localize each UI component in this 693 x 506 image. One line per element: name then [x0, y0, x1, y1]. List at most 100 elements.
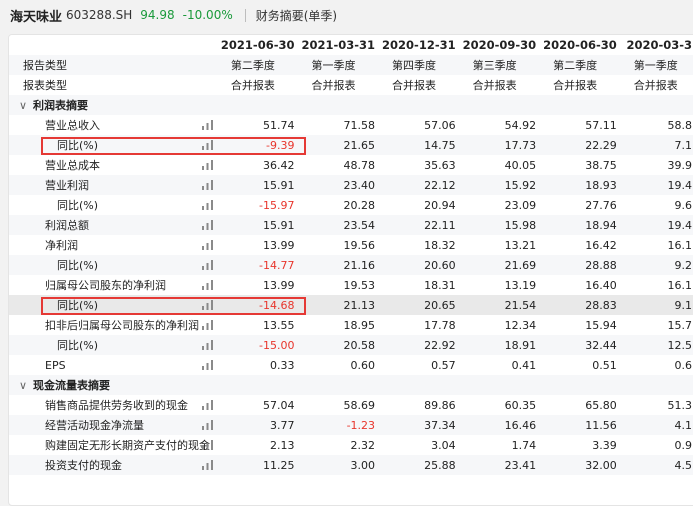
table-row: 经营活动现金净流量 3.77 -1.23 37.34 16.46 11.56 4.1 — [9, 415, 693, 435]
value-cell: 57.11 — [543, 115, 624, 135]
meta-cell: 第三季度 — [462, 55, 544, 75]
value-cell: 3.04 — [382, 435, 463, 455]
bar-chart-icon[interactable] — [201, 300, 213, 310]
bar-chart-icon[interactable] — [201, 220, 213, 230]
row-label: 同比(%) — [9, 135, 221, 155]
value-cell: 9.6 — [623, 195, 693, 215]
row-label: 报表类型 — [9, 75, 221, 95]
value-cell: 21.54 — [462, 295, 544, 315]
value-cell: 18.94 — [543, 215, 624, 235]
value-cell: 0.57 — [382, 355, 463, 375]
meta-cell: 合并报表 — [623, 75, 693, 95]
table-row: 同比(%) -14.77 21.16 20.60 21.69 28.88 9.2 — [9, 255, 693, 275]
value-cell: 13.99 — [220, 275, 302, 295]
row-label-text: EPS — [45, 358, 66, 372]
bar-chart-icon[interactable] — [201, 400, 213, 410]
stock-header: 海天味业 603288.SH 94.98 -10.00% 财务摘要(单季) — [0, 0, 693, 30]
meta-cell: 合并报表 — [462, 75, 544, 95]
section-header[interactable]: ∨ 现金流量表摘要 — [9, 375, 693, 395]
chevron-down-icon[interactable]: ∨ — [19, 379, 33, 392]
row-label: 营业利润 — [9, 175, 221, 195]
value-cell: 39.9 — [623, 155, 693, 175]
row-label: 利润总额 — [9, 215, 221, 235]
section-title: 财务摘要(单季) — [255, 8, 338, 23]
financial-summary-panel: 2021-06-30 2021-03-31 2020-12-31 2020-09-30… — [8, 34, 693, 506]
bar-chart-icon[interactable] — [201, 460, 213, 470]
value-cell: 15.98 — [462, 215, 544, 235]
value-cell: 71.58 — [301, 115, 383, 135]
value-cell: 13.55 — [220, 315, 302, 335]
table-row: 同比(%) -15.00 20.58 22.92 18.91 32.44 12.5 — [9, 335, 693, 355]
value-cell: 18.31 — [382, 275, 463, 295]
value-cell: 7.1 — [623, 135, 693, 155]
value-cell: 22.12 — [382, 175, 463, 195]
value-cell: 17.73 — [462, 135, 544, 155]
value-cell: 19.4 — [623, 215, 693, 235]
bar-chart-icon[interactable] — [201, 240, 213, 250]
header-row: 2021-06-30 2021-03-31 2020-12-31 2020-09-30… — [9, 35, 693, 55]
bar-chart-icon[interactable] — [201, 320, 213, 330]
row-label: 同比(%) — [9, 295, 221, 315]
bar-chart-icon[interactable] — [201, 200, 213, 210]
table-row: 购建固定无形长期资产支付的现金 2.13 2.32 3.04 1.74 3.39 0.9 — [9, 435, 693, 455]
value-cell: 22.92 — [382, 335, 463, 355]
financial-summary-table: 2021-06-30 2021-03-31 2020-12-31 2020-09-30… — [9, 35, 693, 475]
value-cell: 17.78 — [382, 315, 463, 335]
value-cell: 21.69 — [462, 255, 544, 275]
meta-cell: 合并报表 — [301, 75, 383, 95]
bar-chart-icon[interactable] — [201, 360, 213, 370]
value-cell: 15.91 — [220, 175, 302, 195]
value-cell: 9.1 — [623, 295, 693, 315]
meta-cell: 第二季度 — [543, 55, 624, 75]
value-cell: 54.92 — [462, 115, 544, 135]
bar-chart-icon[interactable] — [201, 340, 213, 350]
bar-chart-icon[interactable] — [201, 140, 213, 150]
value-cell: 19.4 — [623, 175, 693, 195]
value-cell: 0.9 — [623, 435, 693, 455]
row-label-text: 同比(%) — [57, 199, 99, 212]
table-row: 营业总成本 36.42 48.78 35.63 40.05 38.75 39.9 — [9, 155, 693, 175]
table-row: 投资支付的现金 11.25 3.00 25.88 23.41 32.00 4.5 — [9, 455, 693, 475]
section-header-row[interactable]: ∨ 利润表摘要 — [9, 95, 693, 115]
value-cell: -15.97 — [220, 195, 302, 215]
value-cell: 32.44 — [543, 335, 624, 355]
chevron-down-icon[interactable]: ∨ — [19, 99, 33, 112]
value-cell: 57.06 — [382, 115, 463, 135]
value-cell: 19.53 — [301, 275, 383, 295]
meta-row: 报告类型 第二季度 第一季度 第四季度 第三季度 第二季度 第一季度 — [9, 55, 693, 75]
value-cell: 2.32 — [301, 435, 383, 455]
meta-cell: 第二季度 — [220, 55, 302, 75]
value-cell: 11.56 — [543, 415, 624, 435]
row-label-text: 营业总收入 — [45, 119, 100, 132]
meta-cell: 合并报表 — [543, 75, 624, 95]
value-cell: 1.74 — [462, 435, 544, 455]
column-header-date: 2020-06-30 — [543, 35, 624, 55]
row-label-text: 同比(%) — [57, 339, 99, 352]
value-cell: 0.60 — [301, 355, 383, 375]
table-row: 同比(%) -9.39 21.65 14.75 17.73 22.29 7.1 — [9, 135, 693, 155]
bar-chart-icon[interactable] — [201, 280, 213, 290]
row-label-text: 同比(%) — [57, 259, 99, 272]
row-label-text: 利润总额 — [45, 219, 89, 232]
value-cell: 21.65 — [301, 135, 383, 155]
bar-chart-icon[interactable] — [201, 180, 213, 190]
value-cell: 13.99 — [220, 235, 302, 255]
value-cell: -14.77 — [220, 255, 302, 275]
section-header[interactable]: ∨ 利润表摘要 — [9, 95, 693, 115]
section-title-label: 现金流量表摘要 — [33, 379, 110, 392]
bar-chart-icon[interactable] — [201, 440, 213, 450]
table-row: 同比(%) -15.97 20.28 20.94 23.09 27.76 9.6 — [9, 195, 693, 215]
value-cell: 23.40 — [301, 175, 383, 195]
row-label: 同比(%) — [9, 335, 221, 355]
value-cell: 19.56 — [301, 235, 383, 255]
bar-chart-icon[interactable] — [201, 260, 213, 270]
bar-chart-icon[interactable] — [201, 120, 213, 130]
value-cell: 38.75 — [543, 155, 624, 175]
bar-chart-icon[interactable] — [201, 420, 213, 430]
row-label: 营业总成本 — [9, 155, 221, 175]
value-cell: 35.63 — [382, 155, 463, 175]
row-label-text: 同比(%) — [57, 299, 99, 312]
value-cell: 60.35 — [462, 395, 544, 415]
bar-chart-icon[interactable] — [201, 160, 213, 170]
section-header-row[interactable]: ∨ 现金流量表摘要 — [9, 375, 693, 395]
